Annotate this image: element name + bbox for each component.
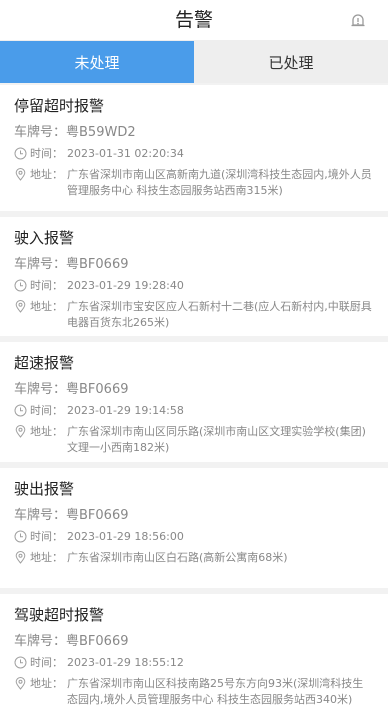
time-row: 时间： 2023-01-29 18:56:00	[14, 529, 374, 545]
page-title: 告警	[174, 9, 213, 31]
time-value: 2023-01-29 19:14:58	[67, 404, 184, 417]
location-pin-icon	[15, 425, 26, 438]
address-value: 广东省深圳市南山区白石路(高新公寓南68米)	[67, 551, 288, 564]
address-value: 广东省深圳市宝安区应人石新村十二巷(应人石新村内,中联厨具电器百货东北265米)	[67, 300, 372, 329]
address-row: 地址： 广东省深圳市南山区科技南路25号东方向93米(深圳湾科技生态园内,境外人…	[14, 676, 374, 708]
plate-label: 车牌号：	[14, 125, 67, 140]
location-pin-icon	[15, 300, 26, 313]
plate-value: 粤B59WD2	[66, 125, 136, 140]
time-label: 时间：	[30, 147, 63, 160]
plate-value: 粤BF0669	[66, 382, 129, 397]
address-value: 广东省深圳市南山区科技南路25号东方向93米(深圳湾科技生态园内,境外人员管理服…	[67, 677, 364, 706]
alarm-list: 停留超时报警 车牌号：粤B59WD2 时间： 2023-01-31 02:20:…	[0, 83, 388, 716]
plate-row: 车牌号：粤BF0669	[14, 507, 374, 525]
plate-row: 车牌号：粤B59WD2	[14, 124, 374, 142]
app-screen: 告警 未处理 已处理 停留超时报警 车牌号：粤B59WD2 时间： 2023-0…	[0, 0, 388, 716]
clock-icon	[14, 279, 27, 292]
address-row: 地址： 广东省深圳市南山区白石路(高新公寓南68米)	[14, 550, 374, 566]
address-row: 地址： 广东省深圳市南山区同乐路(深圳市南山区文理实验学校(集团)文理一小西南1…	[14, 424, 374, 456]
status-tabs: 未处理 已处理	[0, 41, 388, 83]
alarm-type: 驶出报警	[14, 480, 75, 498]
alarm-type: 停留超时报警	[14, 97, 105, 115]
address-value: 广东省深圳市南山区高新南九道(深圳湾科技生态园内,境外人员管理服务中心 科技生态…	[67, 168, 372, 197]
tab-unprocessed[interactable]: 未处理	[0, 41, 194, 83]
plate-row: 车牌号：粤BF0669	[14, 256, 374, 274]
alarm-card[interactable]: 超速报警 车牌号：粤BF0669 时间： 2023-01-29 19:14:58…	[0, 342, 388, 462]
plate-label: 车牌号：	[14, 257, 67, 272]
alarm-card[interactable]: 停留超时报警 车牌号：粤B59WD2 时间： 2023-01-31 02:20:…	[0, 85, 388, 211]
plate-label: 车牌号：	[14, 508, 67, 523]
time-label: 时间：	[30, 279, 63, 292]
address-label: 地址：	[30, 551, 63, 564]
address-label: 地址：	[30, 677, 63, 690]
alarm-type: 驾驶超时报警	[14, 606, 105, 624]
time-row: 时间： 2023-01-31 02:20:34	[14, 146, 374, 162]
time-label: 时间：	[30, 656, 63, 669]
time-value: 2023-01-29 18:55:12	[67, 656, 184, 669]
location-pin-icon	[15, 168, 26, 181]
plate-label: 车牌号：	[14, 634, 67, 649]
time-value: 2023-01-31 02:20:34	[67, 147, 184, 160]
alarm-type: 超速报警	[14, 354, 75, 372]
time-value: 2023-01-29 18:56:00	[67, 530, 184, 543]
address-value: 广东省深圳市南山区同乐路(深圳市南山区文理实验学校(集团)文理一小西南182米)	[67, 425, 366, 454]
address-label: 地址：	[30, 425, 63, 438]
plate-value: 粤BF0669	[66, 257, 129, 272]
time-row: 时间： 2023-01-29 19:28:40	[14, 278, 374, 294]
address-row: 地址： 广东省深圳市宝安区应人石新村十二巷(应人石新村内,中联厨具电器百货东北2…	[14, 299, 374, 331]
header-bar: 告警	[0, 0, 388, 41]
location-pin-icon	[15, 677, 26, 690]
plate-row: 车牌号：粤BF0669	[14, 381, 374, 399]
location-pin-icon	[15, 551, 26, 564]
address-label: 地址：	[30, 168, 63, 181]
address-label: 地址：	[30, 300, 63, 313]
alert-icon[interactable]	[350, 12, 366, 28]
plate-label: 车牌号：	[14, 382, 67, 397]
clock-icon	[14, 530, 27, 543]
alarm-card[interactable]: 驶入报警 车牌号：粤BF0669 时间： 2023-01-29 19:28:40…	[0, 217, 388, 336]
clock-icon	[14, 147, 27, 160]
alarm-type: 驶入报警	[14, 229, 75, 247]
alarm-card[interactable]: 驾驶超时报警 车牌号：粤BF0669 时间： 2023-01-29 18:55:…	[0, 594, 388, 716]
alarm-card[interactable]: 驶出报警 车牌号：粤BF0669 时间： 2023-01-29 18:56:00…	[0, 468, 388, 588]
plate-value: 粤BF0669	[66, 508, 129, 523]
time-label: 时间：	[30, 404, 63, 417]
time-row: 时间： 2023-01-29 18:55:12	[14, 655, 374, 671]
time-value: 2023-01-29 19:28:40	[67, 279, 184, 292]
time-row: 时间： 2023-01-29 19:14:58	[14, 403, 374, 419]
tab-processed[interactable]: 已处理	[194, 41, 388, 83]
plate-value: 粤BF0669	[66, 634, 129, 649]
clock-icon	[14, 404, 27, 417]
clock-icon	[14, 656, 27, 669]
address-row: 地址： 广东省深圳市南山区高新南九道(深圳湾科技生态园内,境外人员管理服务中心 …	[14, 167, 374, 199]
time-label: 时间：	[30, 530, 63, 543]
plate-row: 车牌号：粤BF0669	[14, 633, 374, 651]
